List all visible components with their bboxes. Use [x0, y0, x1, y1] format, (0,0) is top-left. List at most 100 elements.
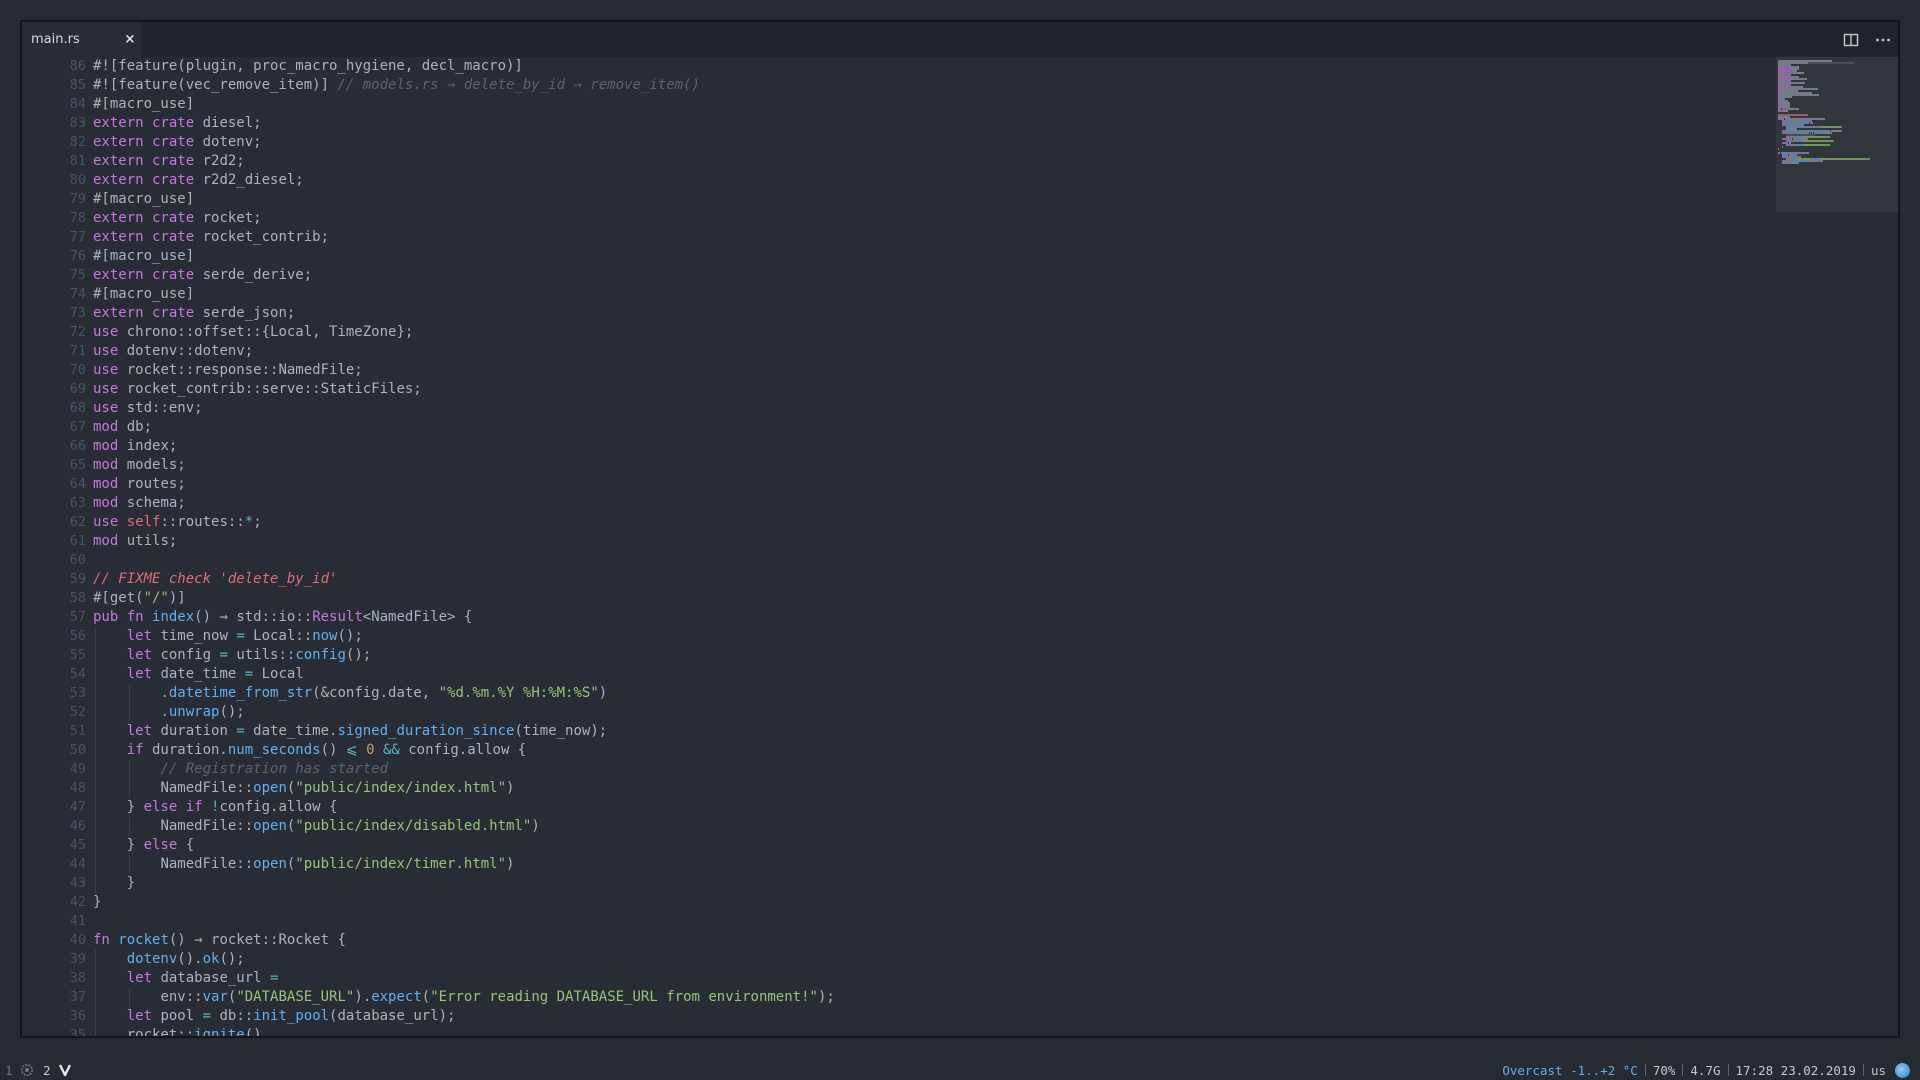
code-line[interactable]: extern crate rocket_contrib; — [93, 228, 1772, 247]
code-line[interactable]: extern crate r2d2; — [93, 152, 1772, 171]
code-line[interactable]: let time_now = Local::now(); — [93, 627, 1772, 646]
code-line[interactable]: #[get("/")] — [93, 589, 1772, 608]
code-token: date_time. — [244, 723, 338, 739]
minimap-line — [1796, 162, 1799, 164]
code-line[interactable]: mod index; — [93, 437, 1772, 456]
code-line[interactable]: use chrono::offset::{Local, TimeZone}; — [93, 323, 1772, 342]
gear-icon[interactable] — [20, 1063, 34, 1077]
line-number: 38 — [69, 970, 86, 986]
minimap-line — [1797, 160, 1808, 162]
code-line[interactable]: .unwrap(); — [93, 703, 1772, 722]
code-line[interactable]: let duration = date_time.signed_duration… — [93, 722, 1772, 741]
tab-main-rs[interactable]: main.rs × — [22, 22, 142, 57]
code-token: () → rocket::Rocket { — [168, 932, 346, 948]
code-token: mod — [93, 533, 119, 549]
line-number: 42 — [69, 894, 86, 910]
minimap-line — [1782, 146, 1784, 148]
code-line[interactable]: #![feature(plugin, proc_macro_hygiene, d… — [93, 57, 1772, 76]
code-line[interactable]: extern crate diesel; — [93, 114, 1772, 133]
minimap-line — [1797, 108, 1799, 110]
code-line[interactable]: #[macro_use] — [93, 285, 1772, 304]
code-line[interactable]: } — [93, 874, 1772, 893]
code-line[interactable]: let date_time = Local — [93, 665, 1772, 684]
code-line[interactable]: use dotenv::dotenv; — [93, 342, 1772, 361]
tray-app-icon[interactable] — [1895, 1062, 1910, 1078]
code-line[interactable]: use rocket_contrib::serve::StaticFiles; — [93, 380, 1772, 399]
code-token: extern crate — [93, 153, 195, 169]
code-line[interactable]: let config = utils::config(); — [93, 646, 1772, 665]
code-token: #[macro_use] — [93, 286, 195, 302]
code-line[interactable]: mod utils; — [93, 532, 1772, 551]
code-line[interactable]: mod db; — [93, 418, 1772, 437]
close-icon[interactable]: × — [122, 30, 138, 48]
code-line[interactable]: dotenv().ok(); — [93, 950, 1772, 969]
code-line[interactable]: NamedFile::open("public/index/index.html… — [93, 779, 1772, 798]
code-line[interactable]: #![feature(vec_remove_item)] // models.r… — [93, 76, 1772, 95]
code-line[interactable]: let pool = db::init_pool(database_url); — [93, 1007, 1772, 1026]
more-actions-icon[interactable] — [1874, 31, 1892, 49]
indent-guide — [95, 817, 96, 836]
minimap-line — [1829, 144, 1831, 146]
code-token: use — [93, 514, 119, 530]
code-token: extern crate — [93, 115, 195, 131]
code-line[interactable]: } — [93, 893, 1772, 912]
code-token: diesel; — [194, 115, 262, 131]
minimap[interactable] — [1776, 57, 1898, 1036]
code-line[interactable]: extern crate rocket; — [93, 209, 1772, 228]
code-line[interactable]: fn rocket() → rocket::Rocket { — [93, 931, 1772, 950]
code-line[interactable]: } else { — [93, 836, 1772, 855]
code-area[interactable]: #![feature(plugin, proc_macro_hygiene, d… — [93, 57, 1772, 1036]
code-line[interactable]: // FIXME check 'delete_by_id' — [93, 570, 1772, 589]
code-line[interactable]: } else if !config.allow { — [93, 798, 1772, 817]
code-line[interactable]: extern crate serde_derive; — [93, 266, 1772, 285]
code-line[interactable]: // Registration has started — [93, 760, 1772, 779]
split-editor-icon[interactable] — [1842, 31, 1860, 49]
code-line[interactable]: extern crate serde_json; — [93, 304, 1772, 323]
indent-guide — [95, 722, 96, 741]
code-line[interactable]: use std::env; — [93, 399, 1772, 418]
code-token: () — [320, 742, 346, 758]
code-token: schema; — [118, 495, 186, 511]
status-right: Overcast -1..+2 °C 70% 4.7G 17:28 23.02.… — [1495, 1060, 1910, 1080]
code-line[interactable]: #[macro_use] — [93, 190, 1772, 209]
workspace-2-label[interactable]: 2 — [43, 1063, 51, 1078]
code-token: fn — [93, 932, 110, 948]
indent-guide — [95, 1007, 96, 1026]
code-line[interactable]: .datetime_from_str(&config.date, "%d.%m.… — [93, 684, 1772, 703]
code-token: (time_now); — [514, 723, 608, 739]
code-line[interactable]: extern crate dotenv; — [93, 133, 1772, 152]
code-line[interactable] — [93, 912, 1772, 931]
code-line[interactable]: mod schema; — [93, 494, 1772, 513]
code-editor[interactable]: 86 85 84 83 82 81 80 79 78 77 76 75 74 73 72 71 70 69 68 67… — [22, 57, 1898, 1036]
code-line[interactable]: extern crate r2d2_diesel; — [93, 171, 1772, 190]
vivaldi-icon[interactable] — [58, 1063, 72, 1077]
code-line[interactable]: #[macro_use] — [93, 95, 1772, 114]
minimap-line — [1815, 132, 1832, 134]
code-line[interactable]: NamedFile::open("public/index/timer.html… — [93, 855, 1772, 874]
workspace-1-label[interactable]: 1 — [5, 1063, 13, 1078]
code-line[interactable]: use self::routes::*; — [93, 513, 1772, 532]
code-line[interactable]: if duration.num_seconds() ⩽ 0 && config.… — [93, 741, 1772, 760]
code-line[interactable]: env::var("DATABASE_URL").expect("Error r… — [93, 988, 1772, 1007]
volume-status[interactable]: 70% — [1646, 1063, 1683, 1078]
code-line[interactable]: mod models; — [93, 456, 1772, 475]
code-line[interactable]: #[macro_use] — [93, 247, 1772, 266]
code-line[interactable] — [93, 551, 1772, 570]
code-line[interactable]: use rocket::response::NamedFile; — [93, 361, 1772, 380]
line-number: 57 — [69, 609, 86, 625]
code-line[interactable]: NamedFile::open("public/index/disabled.h… — [93, 817, 1772, 836]
code-line[interactable]: rocket::ignite() — [93, 1026, 1772, 1036]
keyboard-layout[interactable]: us — [1864, 1063, 1893, 1078]
code-token: // Registration has started — [160, 761, 389, 777]
code-token: expect — [371, 989, 422, 1005]
minimap-line — [1790, 82, 1806, 84]
code-line[interactable]: mod routes; — [93, 475, 1772, 494]
line-number: 55 — [69, 647, 86, 663]
line-number: 59 — [69, 571, 86, 587]
code-line[interactable]: pub fn index() → std::io::Result<NamedFi… — [93, 608, 1772, 627]
code-line[interactable]: let database_url = — [93, 969, 1772, 988]
